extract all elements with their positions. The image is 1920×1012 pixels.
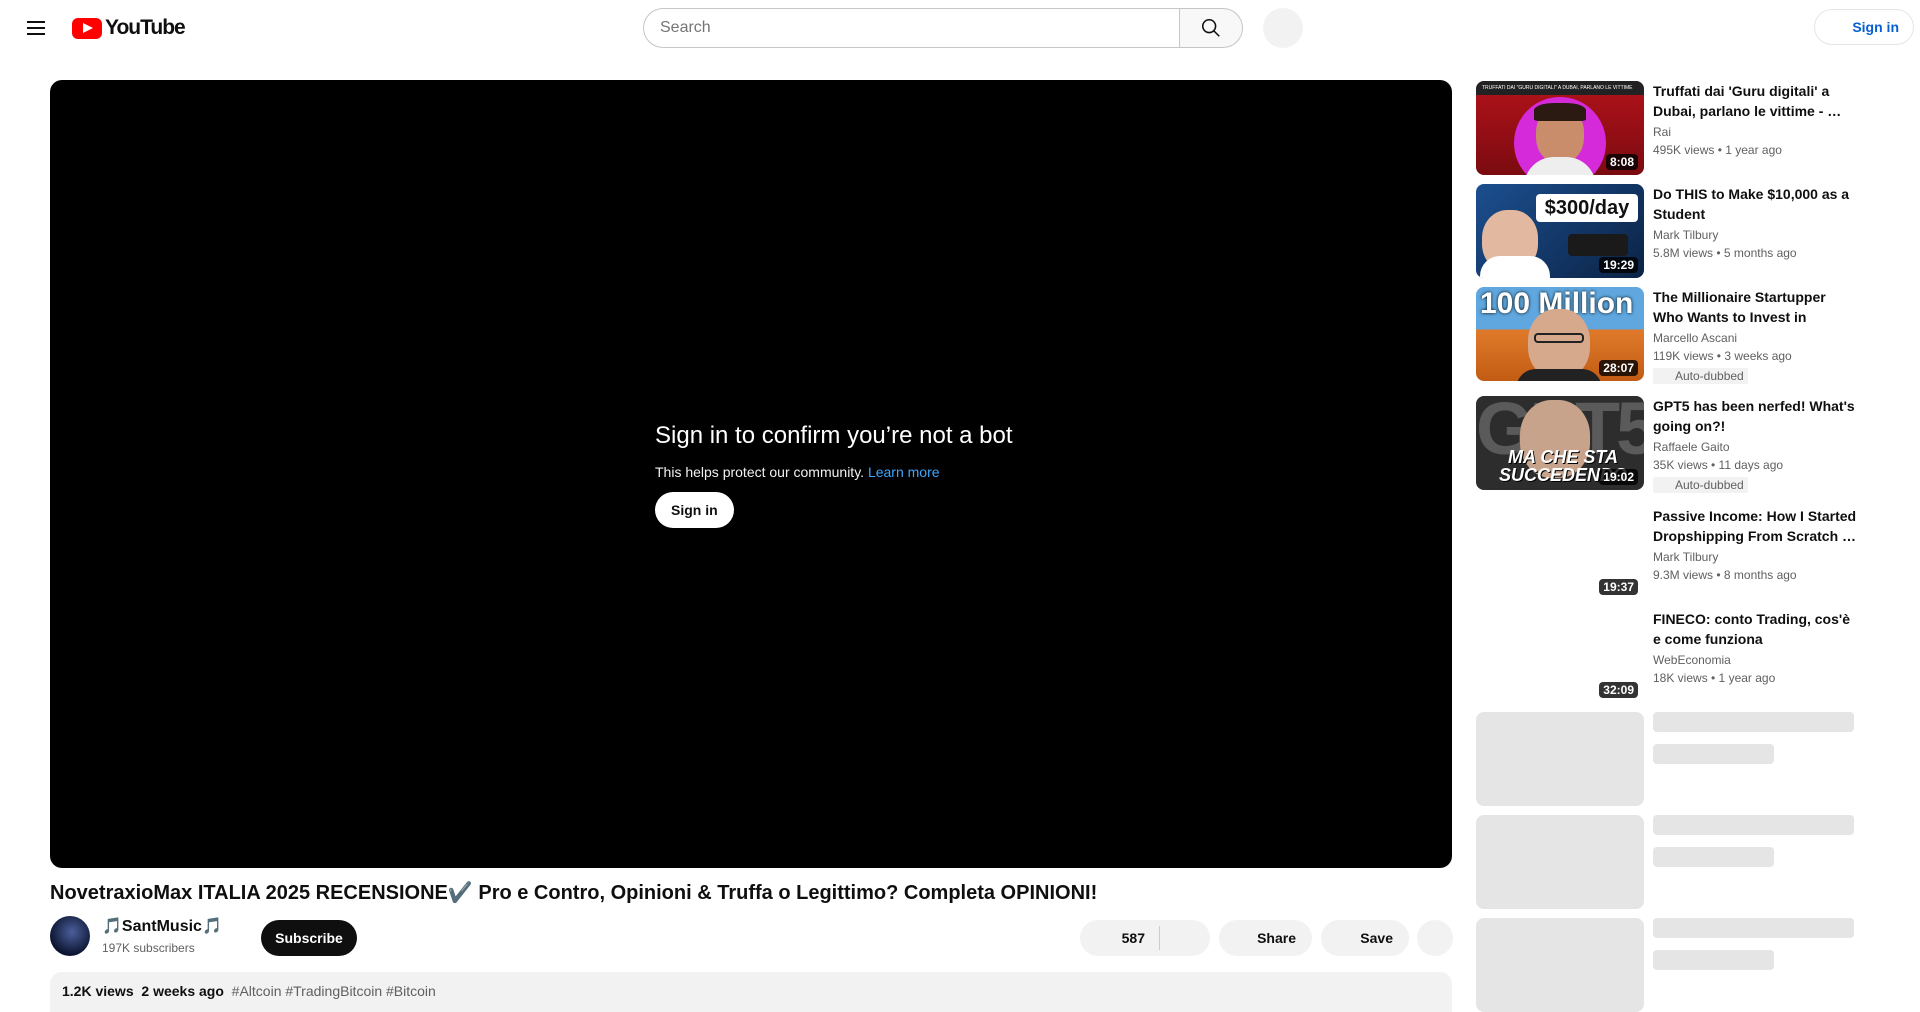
recommendation-channel[interactable]: Mark Tilbury <box>1653 226 1858 244</box>
recommendation-item[interactable]: GPT5 MA CHE STA SUCCEDENDO 19:02 GPT5 ha… <box>1476 396 1916 493</box>
search-icon <box>1201 18 1220 37</box>
learn-more-link[interactable]: Learn more <box>868 464 940 480</box>
loading-placeholder <box>1476 918 1916 1012</box>
recommendation-item[interactable]: TRUFFATI DAI "GURU DIGITALI" A DUBAI, PA… <box>1476 81 1916 175</box>
upload-date: 2 weeks ago <box>141 983 224 999</box>
video-thumbnail[interactable]: TRUFFATI DAI "GURU DIGITALI" A DUBAI, PA… <box>1476 81 1644 175</box>
subscribe-button[interactable]: Subscribe <box>261 920 357 956</box>
bot-check-text: This helps protect our community. <box>655 464 865 480</box>
video-title: NovetraxioMax ITALIA 2025 RECENSIONE✔️ P… <box>50 882 1098 904</box>
sign-in-label: Sign in <box>1852 19 1899 35</box>
recommendation-meta: Truffati dai 'Guru digitali' a Dubai, pa… <box>1653 81 1858 159</box>
recommendation-stats: 35K views • 11 days ago <box>1653 458 1784 472</box>
recommendation-item[interactable]: 32:09 FINECO: conto Trading, cos'è e com… <box>1476 609 1916 703</box>
loading-placeholder <box>1476 815 1916 909</box>
recommendation-title[interactable]: FINECO: conto Trading, cos'è e come funz… <box>1653 609 1858 649</box>
recommendation-meta: GPT5 has been nerfed! What's going on?! … <box>1653 396 1858 494</box>
bot-check-title: Sign in to confirm you’re not a bot <box>655 422 1013 449</box>
auto-dubbed-badge: Auto-dubbed <box>1653 368 1748 384</box>
hashtags[interactable]: #Altcoin #TradingBitcoin #Bitcoin <box>232 983 436 999</box>
save-label: Save <box>1360 930 1393 946</box>
recommendation-item[interactable]: 100 Million 28:07 The Millionaire Startu… <box>1476 287 1916 384</box>
recommendation-meta: The Millionaire Startupper Who Wants to … <box>1653 287 1858 385</box>
youtube-logo[interactable]: YouTube <box>72 16 186 40</box>
duration-badge: 8:08 <box>1605 154 1638 170</box>
description-box[interactable]: 1.2K views 2 weeks ago #Altcoin #Trading… <box>50 972 1452 1012</box>
search-input[interactable] <box>643 8 1179 48</box>
video-thumbnail[interactable]: 19:37 <box>1476 506 1644 600</box>
recommendation-channel[interactable]: Mark Tilbury <box>1653 548 1858 566</box>
youtube-play-icon <box>72 17 102 39</box>
recommendation-title[interactable]: Passive Income: How I Started Dropshippi… <box>1653 506 1858 546</box>
recommendation-meta: FINECO: conto Trading, cos'è e come funz… <box>1653 609 1858 687</box>
recommendation-stats: 495K views • 1 year ago <box>1653 143 1782 157</box>
search-button[interactable] <box>1179 8 1243 48</box>
recommendation-meta: Do THIS to Make $10,000 as a Student Mar… <box>1653 184 1858 262</box>
recommendation-stats: 5.8M views • 5 months ago <box>1653 246 1797 260</box>
video-thumbnail[interactable]: 32:09 <box>1476 609 1644 703</box>
duration-badge: 19:37 <box>1599 579 1638 595</box>
duration-badge: 28:07 <box>1599 360 1638 376</box>
recommendation-title[interactable]: Truffati dai 'Guru digitali' a Dubai, pa… <box>1653 81 1858 121</box>
dislike-button[interactable] <box>1160 920 1210 956</box>
recommendation-channel[interactable]: Rai <box>1653 123 1858 141</box>
masthead: YouTube Sign in <box>0 0 1920 56</box>
video-thumbnail[interactable]: $300/day 19:29 <box>1476 184 1644 278</box>
logo-text: YouTube <box>105 16 186 39</box>
recommendation-stats: 119K views • 3 weeks ago <box>1653 349 1792 363</box>
video-player[interactable]: Sign in to confirm you’re not a bot This… <box>50 80 1452 868</box>
share-label: Share <box>1257 930 1296 946</box>
duration-badge: 32:09 <box>1599 682 1638 698</box>
channel-name[interactable]: 🎵SantMusic🎵 <box>102 916 222 936</box>
recommendation-stats: 18K views • 1 year ago <box>1653 671 1776 685</box>
recommendation-title[interactable]: The Millionaire Startupper Who Wants to … <box>1653 287 1858 327</box>
recommendation-channel[interactable]: WebEconomia <box>1653 651 1858 669</box>
loading-placeholder <box>1476 712 1916 806</box>
sign-in-button[interactable]: Sign in <box>1814 9 1914 45</box>
recommendation-channel[interactable]: Marcello Ascani <box>1653 329 1858 347</box>
duration-badge: 19:02 <box>1599 469 1638 485</box>
video-thumbnail[interactable]: GPT5 MA CHE STA SUCCEDENDO 19:02 <box>1476 396 1644 490</box>
bot-check-overlay: Sign in to confirm you’re not a bot This… <box>655 422 1013 528</box>
channel-avatar[interactable] <box>50 916 90 956</box>
like-button[interactable]: 587 <box>1080 926 1160 950</box>
recommendation-title[interactable]: Do THIS to Make $10,000 as a Student <box>1653 184 1858 224</box>
recommendation-item[interactable]: $300/day 19:29 Do THIS to Make $10,000 a… <box>1476 184 1916 278</box>
recommendation-stats: 9.3M views • 8 months ago <box>1653 568 1797 582</box>
bot-check-subtitle: This helps protect our community. Learn … <box>655 464 1013 480</box>
recommendation-channel[interactable]: Raffaele Gaito <box>1653 438 1858 456</box>
video-thumbnail[interactable]: 100 Million 28:07 <box>1476 287 1644 381</box>
like-count: 587 <box>1121 930 1145 946</box>
recommendation-meta: Passive Income: How I Started Dropshippi… <box>1653 506 1858 584</box>
search-box <box>643 8 1243 48</box>
recommendation-title[interactable]: GPT5 has been nerfed! What's going on?! <box>1653 396 1858 436</box>
auto-dubbed-badge: Auto-dubbed <box>1653 477 1748 493</box>
player-sign-in-button[interactable]: Sign in <box>655 492 734 528</box>
save-button[interactable]: Save <box>1321 920 1409 956</box>
like-dislike-group: 587 <box>1080 920 1210 956</box>
thumbnail-price-text: $300/day <box>1536 194 1638 222</box>
recommendation-item[interactable]: 19:37 Passive Income: How I Started Drop… <box>1476 506 1916 600</box>
menu-icon[interactable] <box>24 16 48 40</box>
voice-search-button[interactable] <box>1263 8 1303 48</box>
subscriber-count: 197K subscribers <box>102 941 195 955</box>
view-count: 1.2K views <box>62 983 134 999</box>
more-actions-button[interactable] <box>1417 920 1453 956</box>
thumbnail-banner-text: TRUFFATI DAI "GURU DIGITALI" A DUBAI, PA… <box>1476 81 1644 95</box>
duration-badge: 19:29 <box>1599 257 1638 273</box>
share-button[interactable]: Share <box>1219 920 1312 956</box>
